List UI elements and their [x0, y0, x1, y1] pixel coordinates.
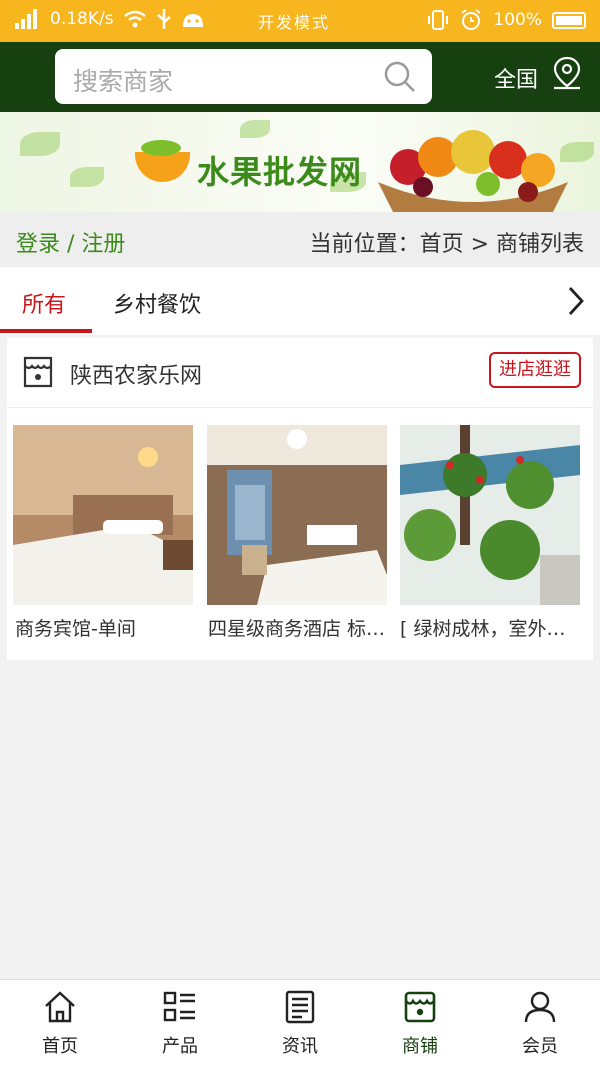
tab-rural-dining[interactable]: 乡村餐饮 — [113, 287, 201, 319]
product-image[interactable] — [13, 425, 193, 605]
location-bar: 登录 / 注册 当前位置：首页 > 商铺列表 — [0, 212, 600, 267]
header: 搜索商家 全国 — [0, 42, 600, 112]
banner[interactable]: 水果批发网 — [0, 112, 600, 212]
android-icon — [182, 14, 203, 27]
product-caption[interactable]: 商务宾馆-单间 — [15, 614, 195, 641]
product-caption[interactable]: 四星级商务酒店 标准间 — [208, 614, 388, 641]
status-bar: 0.18K/s 开发模式 100% — [0, 0, 600, 42]
search-icon[interactable] — [384, 61, 416, 93]
shop-name[interactable]: 陕西农家乐网 — [70, 358, 202, 390]
chevron-right-icon[interactable] — [566, 285, 586, 317]
tab-all[interactable]: 所有 — [22, 287, 66, 319]
shop-card: 陕西农家乐网 进店逛逛 商务宾馆-单间 四星级商务酒店 标准间 [绿树成林，室… — [7, 338, 593, 660]
member-icon — [524, 991, 556, 1023]
login-register-link[interactable]: 登录 / 注册 — [16, 226, 125, 258]
battery-icon — [552, 11, 586, 29]
fruit-basket-image — [378, 130, 568, 212]
logo-icon — [135, 140, 190, 182]
store-icon — [23, 356, 53, 388]
banner-title: 水果批发网 — [197, 153, 363, 191]
vibrate-icon — [428, 10, 449, 30]
battery-percent: 100% — [493, 10, 542, 30]
tab-news[interactable]: 资讯 — [240, 990, 360, 1058]
news-icon — [285, 990, 315, 1024]
product-caption[interactable]: [ 绿树成林，室外风景 — [400, 614, 580, 641]
tab-label: 商铺 — [402, 1036, 438, 1057]
alarm-icon — [461, 9, 481, 30]
tab-shops[interactable]: 商铺 — [360, 990, 480, 1058]
usb-icon — [156, 9, 171, 29]
tab-label: 产品 — [162, 1036, 198, 1057]
bottom-tab-bar: 首页 产品 资讯 商铺 会员 — [0, 979, 600, 1067]
shop-icon — [404, 991, 436, 1023]
shop-header: 陕西农家乐网 进店逛逛 — [7, 338, 593, 408]
products-icon — [163, 991, 195, 1022]
enter-shop-button[interactable]: 进店逛逛 — [489, 352, 581, 388]
location-icon[interactable] — [551, 56, 583, 90]
network-speed: 0.18K/s — [50, 9, 114, 29]
breadcrumb: 当前位置：首页 > 商铺列表 — [309, 232, 584, 257]
active-tab-indicator — [0, 329, 92, 333]
tab-label: 资讯 — [282, 1036, 318, 1057]
tab-member[interactable]: 会员 — [480, 990, 600, 1058]
category-tabs: 所有 乡村餐饮 — [0, 267, 600, 335]
home-icon — [45, 991, 75, 1023]
developer-mode-label: 开发模式 — [258, 13, 331, 32]
tab-label: 会员 — [522, 1036, 558, 1057]
wifi-icon — [123, 10, 146, 28]
region-selector[interactable]: 全国 — [494, 62, 538, 94]
search-input[interactable]: 搜索商家 — [73, 62, 173, 98]
tab-home[interactable]: 首页 — [0, 990, 120, 1058]
product-image[interactable] — [400, 425, 580, 605]
tab-products[interactable]: 产品 — [120, 990, 240, 1058]
search-box[interactable]: 搜索商家 — [55, 49, 432, 104]
signal-icon — [15, 9, 37, 29]
product-image[interactable] — [207, 425, 387, 605]
tab-label: 首页 — [42, 1036, 78, 1057]
